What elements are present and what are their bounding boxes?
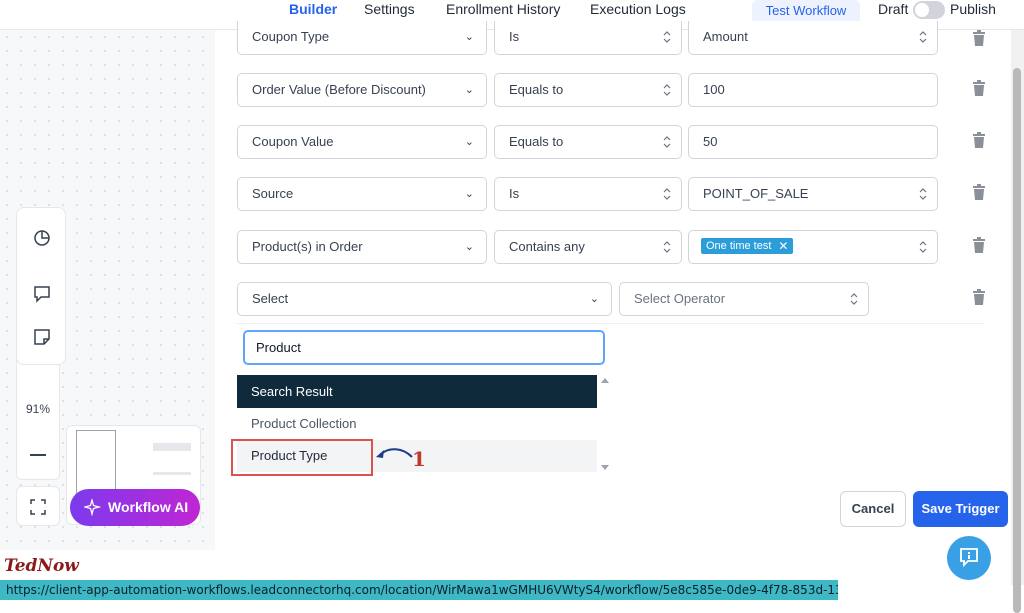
arrow-icon xyxy=(376,448,413,458)
filter-operator-label: Contains any xyxy=(509,239,585,254)
sticky-note-icon[interactable] xyxy=(33,328,51,346)
zoom-controls: 91% xyxy=(16,345,60,480)
pie-chart-icon[interactable] xyxy=(33,229,51,247)
filter-field-label: Coupon Value xyxy=(252,134,334,149)
fit-view-button[interactable] xyxy=(16,486,60,526)
trash-icon[interactable] xyxy=(972,132,986,148)
chevron-down-icon: ⌄ xyxy=(464,241,474,253)
tednow-logo: TedNow xyxy=(4,556,79,576)
save-trigger-button[interactable]: Save Trigger xyxy=(913,491,1008,527)
filter-field-select[interactable]: Source ⌄ xyxy=(237,177,487,211)
publish-label: Publish xyxy=(950,1,996,17)
dropdown-header: Search Result xyxy=(237,375,597,408)
updown-chevron-icon xyxy=(919,188,927,200)
new-filter-field-select[interactable]: Select ⌄ xyxy=(237,282,612,316)
filter-operator-label: Equals to xyxy=(509,82,564,97)
scroll-thumb[interactable] xyxy=(1013,68,1021,613)
updown-chevron-icon xyxy=(919,31,927,43)
selected-tag: One time test ✕ xyxy=(701,238,794,254)
filter-field-select[interactable]: Coupon Type ⌄ xyxy=(237,21,487,55)
filter-operator-select[interactable]: Equals to xyxy=(494,73,682,107)
trash-icon[interactable] xyxy=(972,289,986,305)
filter-value-input[interactable]: 100 xyxy=(688,73,938,107)
tab-enrollment-history[interactable]: Enrollment History xyxy=(446,1,560,17)
updown-chevron-icon xyxy=(663,188,671,200)
filter-operator-select[interactable]: Is xyxy=(494,177,682,211)
workflow-ai-button[interactable]: Workflow AI xyxy=(70,489,200,526)
filter-field-select[interactable]: Order Value (Before Discount) ⌄ xyxy=(237,73,487,107)
filter-operator-label: Equals to xyxy=(509,134,564,149)
filter-field-label: Coupon Type xyxy=(252,29,330,44)
filter-value-text: 100 xyxy=(703,82,725,97)
trash-icon[interactable] xyxy=(972,237,986,253)
cancel-button[interactable]: Cancel xyxy=(840,491,906,527)
updown-chevron-icon xyxy=(919,241,927,253)
new-filter-operator-select[interactable]: Select Operator xyxy=(619,282,869,316)
filter-field-label: Product(s) in Order xyxy=(252,239,363,254)
updown-chevron-icon xyxy=(663,136,671,148)
filter-operator-select[interactable]: Is xyxy=(494,21,682,55)
field-placeholder: Select xyxy=(252,291,289,306)
filter-value-select[interactable]: Amount xyxy=(688,21,938,55)
filter-operator-select[interactable]: Contains any xyxy=(494,230,682,264)
filter-value-label: POINT_OF_SALE xyxy=(703,186,809,201)
filter-value-label: Amount xyxy=(703,29,748,44)
draft-label: Draft xyxy=(878,1,909,17)
filter-value-multiselect[interactable]: One time test ✕ xyxy=(688,230,938,264)
tag-label: One time test xyxy=(706,240,772,252)
filter-operator-label: Is xyxy=(509,29,520,44)
zoom-out-icon[interactable] xyxy=(30,454,46,456)
tab-builder[interactable]: Builder xyxy=(289,1,337,17)
operator-placeholder: Select Operator xyxy=(634,291,726,306)
chevron-down-icon: ⌄ xyxy=(589,293,599,305)
filter-operator-label: Is xyxy=(509,186,520,201)
expand-icon xyxy=(30,499,46,515)
filter-operator-select[interactable]: Equals to xyxy=(494,125,682,159)
chat-info-icon xyxy=(960,548,978,567)
publish-toggle[interactable] xyxy=(913,1,945,19)
help-chat-button[interactable] xyxy=(947,536,991,580)
filter-value-select[interactable]: POINT_OF_SALE xyxy=(688,177,938,211)
tab-settings[interactable]: Settings xyxy=(364,1,415,17)
status-url-bar: https://client-app-automation-workflows.… xyxy=(0,580,838,600)
trash-icon[interactable] xyxy=(972,184,986,200)
chevron-down-icon: ⌄ xyxy=(464,136,474,148)
updown-chevron-icon xyxy=(663,31,671,43)
toggle-knob xyxy=(915,3,929,17)
comment-icon[interactable] xyxy=(33,285,51,303)
updown-chevron-icon xyxy=(663,84,671,96)
canvas-toolbox xyxy=(16,207,66,365)
minimap-viewport xyxy=(76,430,116,495)
minimap-node xyxy=(153,472,191,475)
trash-icon[interactable] xyxy=(972,80,986,96)
filter-field-label: Source xyxy=(252,186,294,201)
chevron-down-icon: ⌄ xyxy=(464,84,474,96)
step-number: 1 xyxy=(412,447,426,471)
filter-value-text: 50 xyxy=(703,134,718,149)
divider xyxy=(237,323,985,324)
zoom-level: 91% xyxy=(25,402,51,416)
highlight-box xyxy=(231,439,373,476)
chevron-down-icon: ⌄ xyxy=(464,31,474,43)
dropdown-scrollbar[interactable] xyxy=(599,375,611,473)
trash-icon[interactable] xyxy=(972,30,986,46)
filter-value-input[interactable]: 50 xyxy=(688,125,938,159)
filter-field-select[interactable]: Product(s) in Order ⌄ xyxy=(237,230,487,264)
tab-execution-logs[interactable]: Execution Logs xyxy=(590,1,686,17)
chevron-down-icon: ⌄ xyxy=(464,188,474,200)
sparkle-icon xyxy=(84,499,101,516)
minimap-node xyxy=(153,443,191,451)
close-icon[interactable]: ✕ xyxy=(778,238,788,254)
filter-field-label: Order Value (Before Discount) xyxy=(252,82,426,97)
panel-scrollbar[interactable] xyxy=(1011,30,1024,613)
field-search-input[interactable]: Product xyxy=(243,330,605,365)
workflow-ai-label: Workflow AI xyxy=(108,499,189,515)
filter-field-select[interactable]: Coupon Value ⌄ xyxy=(237,125,487,159)
updown-chevron-icon xyxy=(850,293,858,305)
updown-chevron-icon xyxy=(663,241,671,253)
dropdown-item-product-collection[interactable]: Product Collection xyxy=(237,408,597,440)
